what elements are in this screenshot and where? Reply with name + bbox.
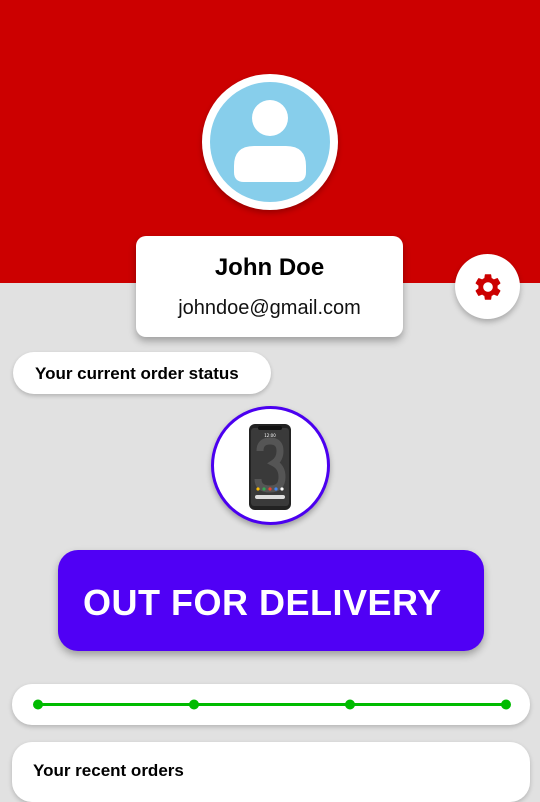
progress-step-4 (501, 699, 511, 710)
delivery-status-text: OUT FOR DELIVERY (83, 582, 442, 623)
recent-orders-title: Your recent orders (33, 761, 184, 780)
recent-orders-card[interactable]: Your recent orders (12, 742, 530, 802)
order-progress-bar (12, 684, 530, 725)
phone-image: 12:00 (249, 424, 291, 510)
user-avatar-icon (210, 82, 330, 202)
profile-name: John Doe (214, 254, 325, 281)
progress-step-1 (33, 699, 43, 710)
progress-track (33, 699, 511, 710)
delivery-status-banner: OUT FOR DELIVERY (58, 550, 484, 651)
settings-button[interactable] (455, 254, 520, 319)
current-order-status-label: Your current order status (13, 352, 271, 394)
gear-icon (475, 274, 501, 300)
profile-avatar[interactable] (202, 74, 338, 210)
current-order-status-text: Your current order status (35, 364, 239, 383)
product-image-container[interactable]: 12:00 (211, 406, 330, 525)
profile-email: johndoe@gmail.com (178, 297, 361, 319)
profile-card: John Doe johndoe@gmail.com (136, 236, 403, 337)
progress-step-2 (189, 699, 199, 710)
progress-step-3 (345, 699, 355, 710)
svg-text:12:00: 12:00 (264, 433, 276, 438)
